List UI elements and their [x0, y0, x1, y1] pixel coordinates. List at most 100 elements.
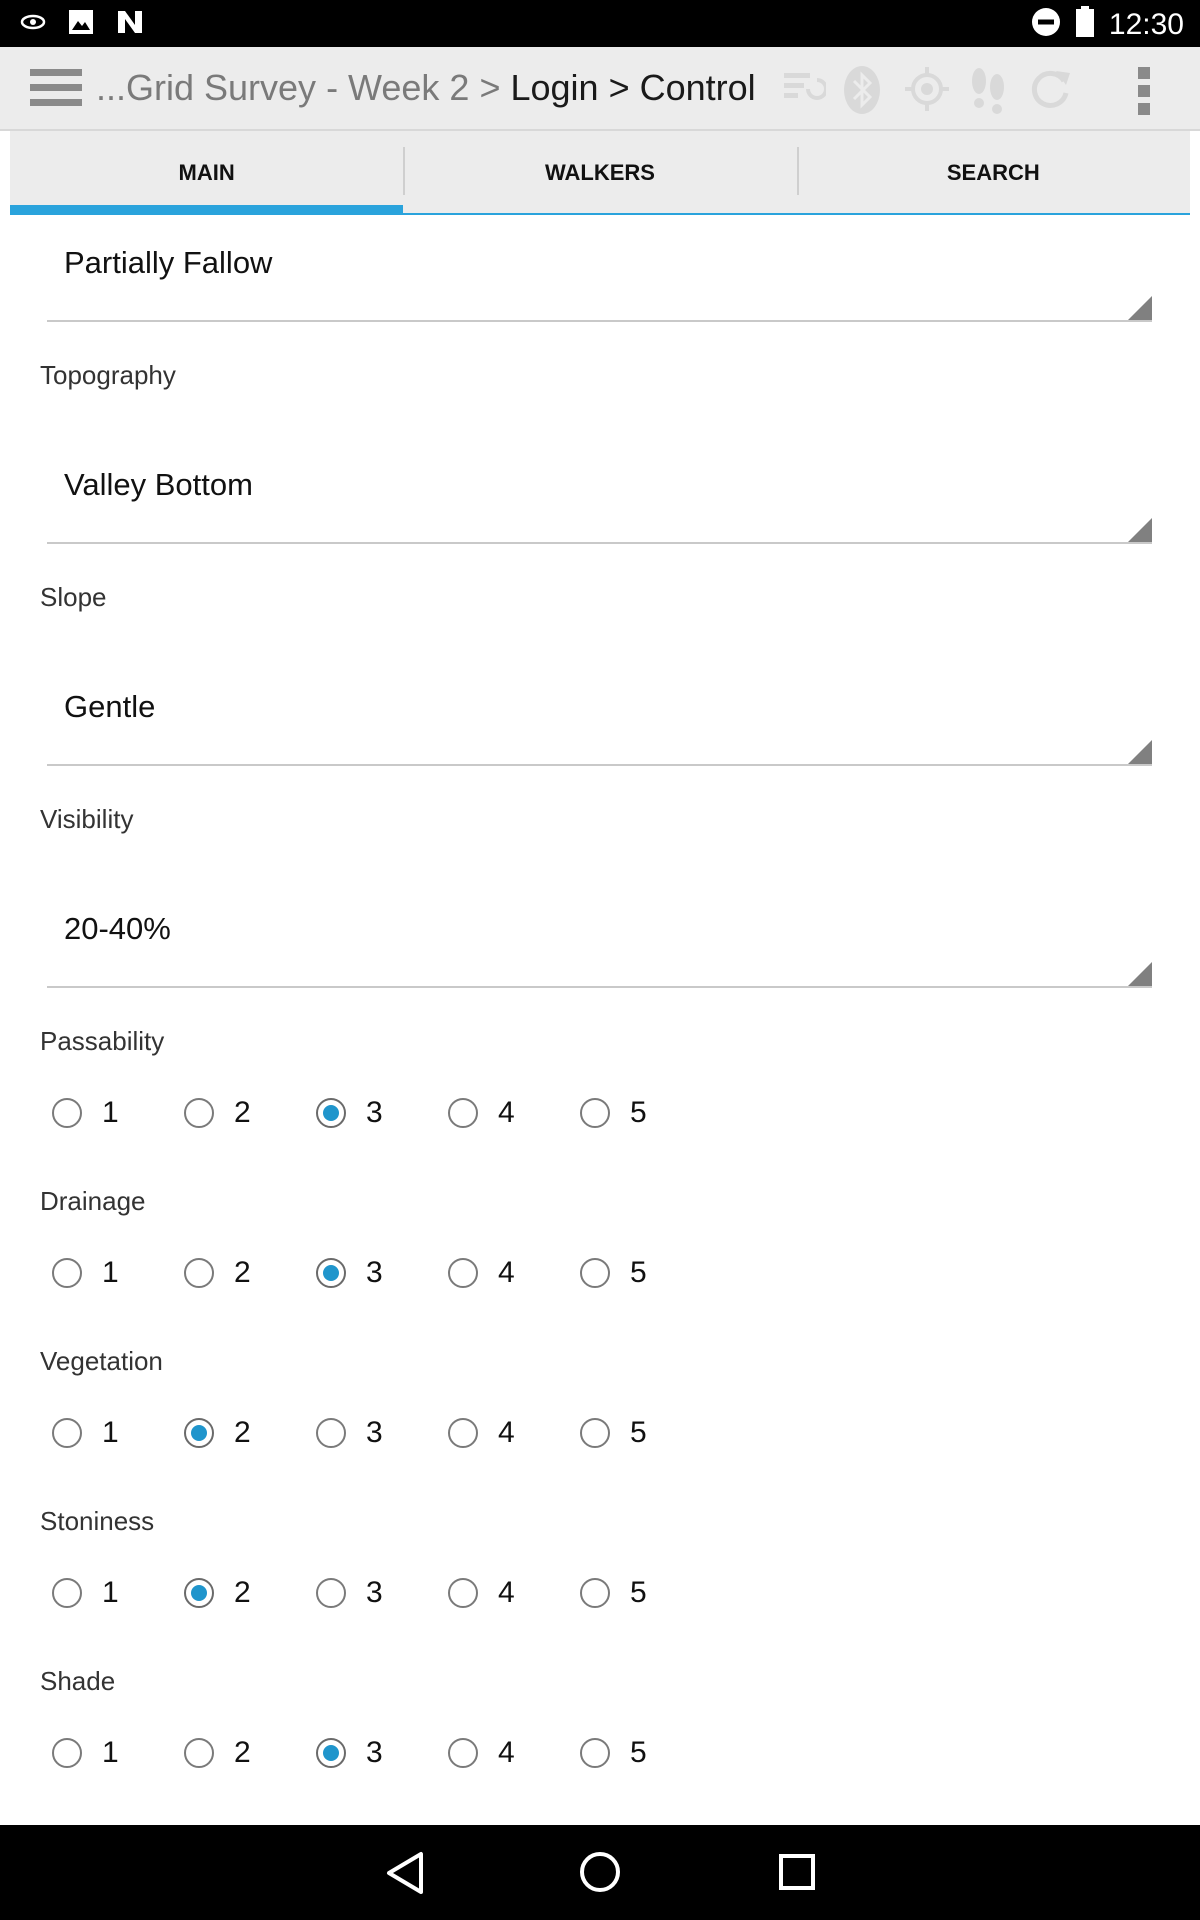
shade-label: Shade: [40, 1666, 116, 1696]
topography-value: Valley Bottom: [64, 467, 253, 502]
passability-option-3[interactable]: 3: [316, 1093, 383, 1133]
radio-button[interactable]: [316, 1418, 346, 1448]
radio-button[interactable]: [580, 1098, 610, 1128]
stoniness-label: Stoniness: [40, 1506, 155, 1536]
eye-notification-icon: [20, 11, 46, 38]
breadcrumb-prefix[interactable]: ...Grid Survey - Week 2 >: [96, 67, 510, 108]
breadcrumb-current: Login > Control: [510, 67, 756, 108]
radio-button[interactable]: [316, 1578, 346, 1608]
radio-button[interactable]: [52, 1578, 82, 1608]
radio-button[interactable]: [316, 1098, 346, 1128]
radio-option-label: 1: [102, 1096, 119, 1129]
passability-option-2[interactable]: 2: [184, 1093, 251, 1133]
drainage-option-1[interactable]: 1: [52, 1253, 119, 1293]
do-not-disturb-icon: [1031, 7, 1061, 42]
vegetation-option-3[interactable]: 3: [316, 1413, 383, 1453]
topography-dropdown[interactable]: Valley Bottom: [47, 437, 1152, 544]
action-bar: ...Grid Survey - Week 2 > Login > Contro…: [0, 47, 1200, 131]
radio-button[interactable]: [52, 1098, 82, 1128]
shade-option-3[interactable]: 3: [316, 1733, 383, 1773]
radio-button[interactable]: [52, 1418, 82, 1448]
radio-option-label: 5: [630, 1416, 647, 1449]
radio-button[interactable]: [580, 1418, 610, 1448]
visibility-dropdown[interactable]: 20-40%: [47, 881, 1152, 988]
stoniness-option-2[interactable]: 2: [184, 1573, 251, 1613]
slope-dropdown[interactable]: Gentle: [47, 659, 1152, 766]
shade-option-2[interactable]: 2: [184, 1733, 251, 1773]
radio-button[interactable]: [184, 1098, 214, 1128]
tab-bar: MAIN WALKERS SEARCH: [10, 131, 1190, 215]
radio-option-label: 3: [366, 1736, 383, 1769]
topography-label: Topography: [40, 360, 176, 390]
dropdown-arrow-icon: [1128, 296, 1152, 320]
overflow-menu-icon[interactable]: [1134, 65, 1154, 122]
radio-button[interactable]: [448, 1418, 478, 1448]
radio-option-label: 4: [498, 1416, 515, 1449]
stoniness-option-1[interactable]: 1: [52, 1573, 119, 1613]
tab-main[interactable]: MAIN: [10, 131, 404, 215]
shade-option-1[interactable]: 1: [52, 1733, 119, 1773]
radio-button[interactable]: [184, 1418, 214, 1448]
menu-icon[interactable]: [30, 69, 82, 109]
radio-button[interactable]: [448, 1258, 478, 1288]
form-content: Partially Fallow Topography Valley Botto…: [10, 215, 1190, 1825]
radio-option-label: 3: [366, 1256, 383, 1289]
stoniness-option-3[interactable]: 3: [316, 1573, 383, 1613]
drainage-radio-group: 1 2 3 4 5: [52, 1253, 752, 1313]
radio-option-label: 1: [102, 1576, 119, 1609]
gps-icon[interactable]: [903, 65, 951, 118]
radio-button[interactable]: [184, 1578, 214, 1608]
shade-option-4[interactable]: 4: [448, 1733, 515, 1773]
recents-icon[interactable]: [777, 1852, 817, 1897]
vegetation-option-1[interactable]: 1: [52, 1413, 119, 1453]
drainage-option-4[interactable]: 4: [448, 1253, 515, 1293]
passability-option-4[interactable]: 4: [448, 1093, 515, 1133]
vegetation-label: Vegetation: [40, 1346, 163, 1376]
dropdown-arrow-icon: [1128, 518, 1152, 542]
radio-button[interactable]: [184, 1258, 214, 1288]
land-use-dropdown[interactable]: Partially Fallow: [47, 215, 1152, 322]
image-notification-icon: [68, 9, 94, 40]
radio-option-label: 4: [498, 1576, 515, 1609]
passability-option-1[interactable]: 1: [52, 1093, 119, 1133]
navigation-bar: [0, 1825, 1200, 1920]
radio-option-label: 4: [498, 1096, 515, 1129]
tab-search[interactable]: SEARCH: [796, 131, 1190, 215]
refresh-icon[interactable]: [1026, 65, 1074, 118]
drainage-option-2[interactable]: 2: [184, 1253, 251, 1293]
stoniness-option-5[interactable]: 5: [580, 1573, 647, 1613]
radio-button[interactable]: [580, 1578, 610, 1608]
home-icon[interactable]: [578, 1850, 622, 1899]
radio-button[interactable]: [316, 1738, 346, 1768]
vegetation-option-2[interactable]: 2: [184, 1413, 251, 1453]
radio-button[interactable]: [580, 1258, 610, 1288]
drainage-option-3[interactable]: 3: [316, 1253, 383, 1293]
back-icon[interactable]: [385, 1850, 425, 1901]
visibility-value: 20-40%: [64, 911, 171, 946]
radio-button[interactable]: [184, 1738, 214, 1768]
tab-walkers[interactable]: WALKERS: [403, 131, 797, 215]
radio-button[interactable]: [448, 1738, 478, 1768]
drainage-option-5[interactable]: 5: [580, 1253, 647, 1293]
bluetooth-icon[interactable]: [842, 65, 882, 120]
radio-button[interactable]: [580, 1738, 610, 1768]
footsteps-icon[interactable]: [965, 65, 1011, 120]
vegetation-option-5[interactable]: 5: [580, 1413, 647, 1453]
radio-button[interactable]: [316, 1258, 346, 1288]
shade-option-5[interactable]: 5: [580, 1733, 647, 1773]
radio-button[interactable]: [448, 1578, 478, 1608]
stoniness-option-4[interactable]: 4: [448, 1573, 515, 1613]
vegetation-option-4[interactable]: 4: [448, 1413, 515, 1453]
passability-option-5[interactable]: 5: [580, 1093, 647, 1133]
radio-option-label: 3: [366, 1416, 383, 1449]
radio-button[interactable]: [52, 1258, 82, 1288]
battery-icon: [1075, 6, 1095, 43]
radio-option-label: 1: [102, 1416, 119, 1449]
radio-option-label: 3: [366, 1576, 383, 1609]
radio-button[interactable]: [448, 1098, 478, 1128]
status-bar: 12:30: [0, 0, 1200, 47]
radio-button[interactable]: [52, 1738, 82, 1768]
radio-option-label: 2: [234, 1256, 251, 1289]
radio-option-label: 1: [102, 1736, 119, 1769]
sync-list-icon[interactable]: [780, 65, 828, 116]
